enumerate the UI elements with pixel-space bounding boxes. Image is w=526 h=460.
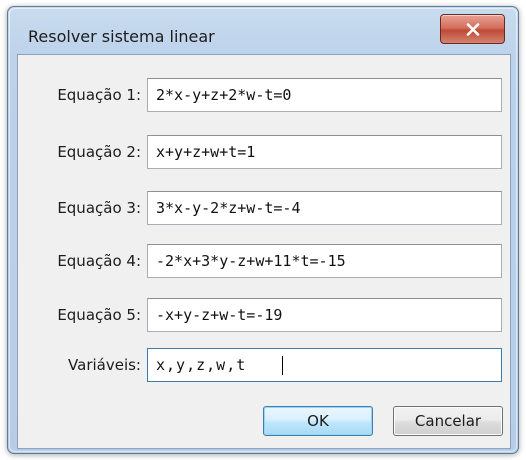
window-title: Resolver sistema linear <box>28 27 215 46</box>
equation-4-row: Equação 4: <box>18 244 510 278</box>
equation-3-label: Equação 3: <box>57 199 141 217</box>
cancel-button[interactable]: Cancelar <box>393 406 503 436</box>
equation-1-input[interactable] <box>147 78 502 112</box>
equation-2-row: Equação 2: <box>18 135 510 169</box>
equation-2-input[interactable] <box>147 135 502 169</box>
dialog-content: Equação 1: Equação 2: Equação 3: Equação… <box>17 54 511 449</box>
equation-1-label: Equação 1: <box>57 86 141 104</box>
equation-5-input[interactable] <box>147 298 502 332</box>
equation-3-input[interactable] <box>147 191 502 225</box>
dialog-window: Resolver sistema linear Equação 1: Equaç… <box>7 6 519 454</box>
text-caret <box>282 356 283 375</box>
ok-button[interactable]: OK <box>263 406 373 436</box>
equation-4-label: Equação 4: <box>57 252 141 270</box>
variables-input[interactable] <box>147 348 502 382</box>
equation-5-label: Equação 5: <box>57 306 141 324</box>
equation-1-row: Equação 1: <box>18 78 510 112</box>
equation-2-label: Equação 2: <box>57 143 141 161</box>
equation-5-row: Equação 5: <box>18 298 510 332</box>
close-x-icon <box>466 22 479 36</box>
equation-3-row: Equação 3: <box>18 191 510 225</box>
variables-label: Variáveis: <box>68 356 141 374</box>
close-button[interactable] <box>440 14 505 44</box>
variables-row: Variáveis: <box>18 348 510 382</box>
title-bar[interactable]: Resolver sistema linear <box>8 7 518 57</box>
equation-4-input[interactable] <box>147 244 502 278</box>
